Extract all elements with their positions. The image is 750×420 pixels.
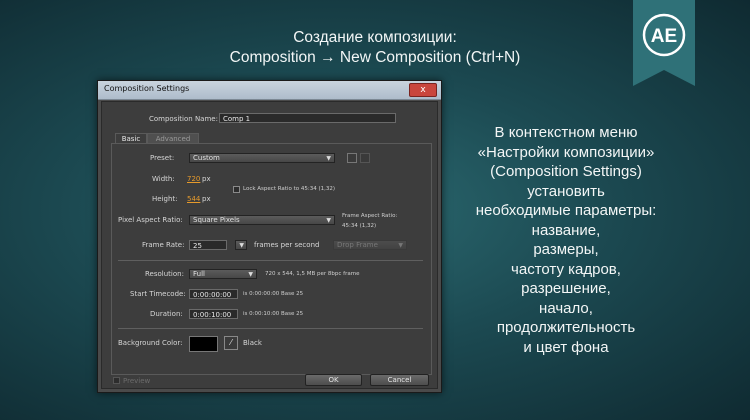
frame-rate-label: Frame Rate: [142, 241, 185, 249]
composition-settings-dialog: Composition Settings x Composition Name:… [97, 80, 442, 393]
height-unit: px [202, 195, 211, 203]
side-text-line: размеры, [533, 241, 599, 258]
chevron-down-icon: ▼ [248, 271, 253, 278]
side-text-line: необходимые параметры: [475, 202, 657, 219]
start-timecode-label: Start Timecode: [130, 290, 186, 298]
background-color-name: Black [243, 339, 262, 347]
dialog-body: Composition Name: Comp 1 Basic Advanced … [101, 101, 438, 389]
delete-preset-icon[interactable] [360, 153, 370, 163]
drop-frame-dropdown: Drop Frame ▼ [333, 240, 407, 250]
side-text-line: «Настройки композиции» [477, 143, 655, 161]
cancel-button[interactable]: Cancel [370, 374, 429, 386]
frame-aspect-label: Frame Aspect Ratio: [342, 213, 398, 219]
resolution-value: Full [193, 270, 205, 278]
dialog-title: Composition Settings [104, 84, 190, 93]
side-text-line: и цвет фона [523, 338, 609, 356]
width-value[interactable]: 720 [187, 175, 200, 183]
side-text-line: начало, [539, 299, 593, 317]
comp-name-input[interactable]: Comp 1 [219, 113, 396, 123]
side-text-line: (Composition Settings) [490, 163, 642, 180]
start-timecode-input[interactable]: 0:00:00:00 [189, 289, 238, 299]
preset-dropdown[interactable]: Custom ▼ [189, 153, 335, 163]
resolution-label: Resolution: [145, 270, 184, 278]
duration-input[interactable]: 0:00:10:00 [189, 309, 238, 319]
preset-label: Preset: [150, 154, 175, 162]
width-label: Width: [152, 175, 175, 183]
pixel-aspect-value: Square Pixels [193, 216, 240, 224]
height-value[interactable]: 544 [187, 195, 200, 203]
side-text-line: название, [531, 221, 601, 239]
resolution-dropdown[interactable]: Full ▼ [189, 269, 257, 279]
chevron-down-icon: ▼ [398, 242, 403, 249]
pixel-aspect-label: Pixel Aspect Ratio: [118, 216, 183, 224]
divider [118, 260, 423, 261]
comp-name-label: Composition Name: [149, 115, 218, 123]
frame-aspect-value: 45:34 (1,32) [342, 223, 377, 229]
duration-label: Duration: [150, 310, 183, 318]
chevron-down-icon: ▼ [326, 217, 331, 224]
preview-label: Preview [123, 377, 151, 385]
save-preset-icon[interactable] [347, 153, 357, 163]
background-color-swatch[interactable] [189, 336, 218, 352]
background-color-label: Background Color: [118, 339, 183, 347]
preview-checkbox[interactable] [113, 377, 120, 384]
side-description: В контекстном меню «Настройки композиции… [446, 123, 686, 357]
side-text-line: продолжительность [496, 319, 636, 336]
frame-rate-unit: frames per second [254, 241, 320, 249]
pixel-aspect-dropdown[interactable]: Square Pixels ▼ [189, 215, 335, 225]
ok-button[interactable]: OK [305, 374, 362, 386]
side-text-line: В контекстном меню [494, 124, 638, 141]
basic-settings-panel: Preset: Custom ▼ Width: 720 px Height: 5… [111, 143, 432, 375]
start-timecode-info: is 0:00:00:00 Base 25 [243, 291, 304, 297]
side-text-line: разрешение, [521, 280, 611, 297]
close-button[interactable]: x [409, 83, 437, 97]
drop-frame-value: Drop Frame [337, 241, 378, 249]
side-text-line: частоту кадров, [511, 260, 621, 278]
lock-aspect-label: Lock Aspect Ratio to 45:34 (1,32) [243, 186, 335, 192]
lock-aspect-checkbox[interactable] [233, 186, 240, 193]
width-unit: px [202, 175, 211, 183]
dialog-titlebar[interactable]: Composition Settings x [98, 81, 441, 100]
preset-value: Custom [193, 154, 220, 162]
ae-badge: AE [633, 0, 695, 86]
frame-rate-presets-button[interactable]: ▼ [235, 240, 247, 250]
ae-logo-text: AE [650, 26, 678, 47]
resolution-info: 720 x 544, 1,5 MB per 8bpc frame [265, 271, 360, 277]
eyedropper-icon[interactable]: ⁄ [224, 336, 238, 350]
chevron-down-icon: ▼ [326, 155, 331, 162]
height-label: Height: [152, 195, 178, 203]
side-text-line: установить [527, 182, 605, 200]
frame-rate-input[interactable]: 25 [189, 240, 227, 250]
divider [118, 328, 423, 329]
chevron-down-icon: ▼ [239, 242, 244, 249]
duration-info: is 0:00:10:00 Base 25 [243, 311, 304, 317]
